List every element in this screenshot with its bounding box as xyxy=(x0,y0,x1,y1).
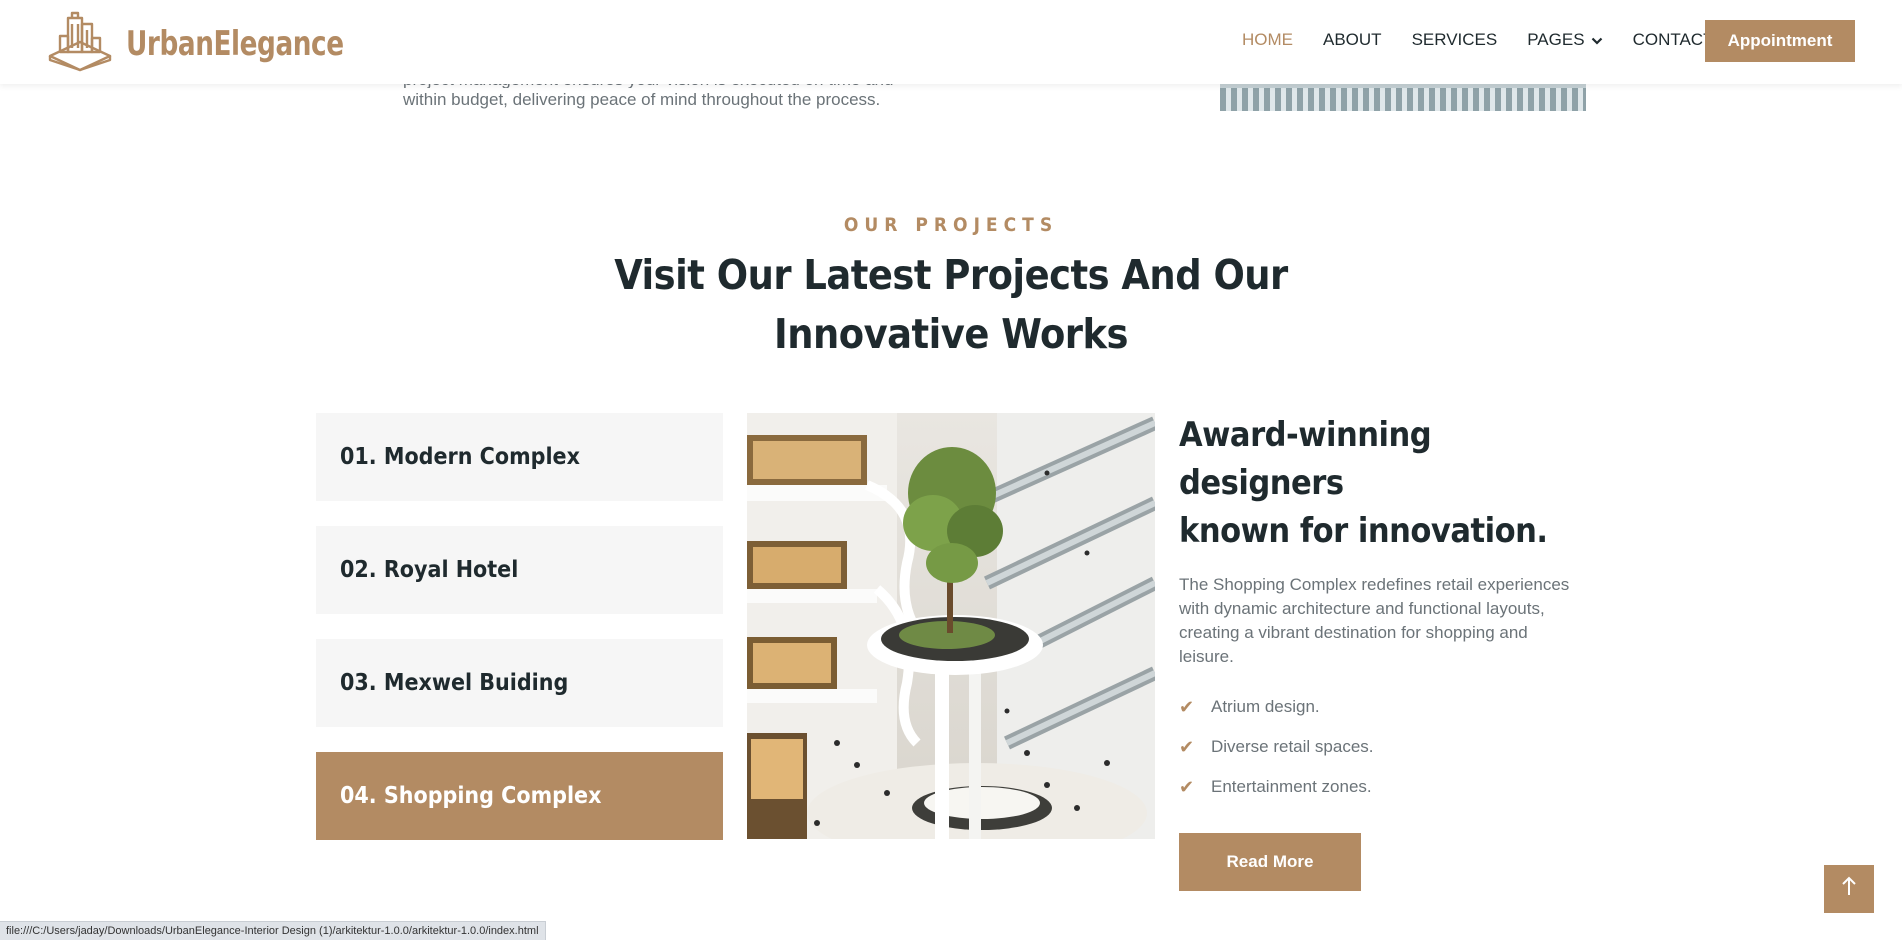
detail-title-line-2: known for innovation. xyxy=(1179,511,1548,551)
logo-text: UrbanElegance xyxy=(126,23,344,64)
feature-label: Entertainment zones. xyxy=(1211,777,1372,796)
read-more-button[interactable]: Read More xyxy=(1179,833,1361,891)
detail-title: Award-winning designers known for innova… xyxy=(1179,411,1579,555)
tab-royal-hotel[interactable]: 02. Royal Hotel xyxy=(316,526,723,614)
main-nav: HOME ABOUT SERVICES PAGES CONTACT xyxy=(1242,30,1743,50)
nav-pages[interactable]: PAGES xyxy=(1527,30,1602,50)
nav-contact[interactable]: CONTACT xyxy=(1633,30,1714,50)
previous-section-image xyxy=(1220,84,1586,111)
project-tabs: 01. Modern Complex 02. Royal Hotel 03. M… xyxy=(316,413,723,865)
logo[interactable]: UrbanElegance xyxy=(46,10,379,77)
feature-item: ✔ Entertainment zones. xyxy=(1179,767,1579,807)
section-eyebrow: OUR PROJECTS xyxy=(843,214,1059,236)
nav-about[interactable]: ABOUT xyxy=(1323,30,1382,50)
heading-line-1: Visit Our Latest Projects And Our xyxy=(614,251,1288,299)
detail-description: The Shopping Complex redefines retail ex… xyxy=(1179,575,1570,666)
nav-home[interactable]: HOME xyxy=(1242,30,1293,50)
check-icon: ✔ xyxy=(1179,736,1195,757)
tab-modern-complex[interactable]: 01. Modern Complex xyxy=(316,413,723,501)
tab-mexwel-building[interactable]: 03. Mexwel Buiding xyxy=(316,639,723,727)
chevron-down-icon xyxy=(1591,30,1603,50)
check-icon: ✔ xyxy=(1179,776,1195,797)
building-icon xyxy=(46,10,114,77)
detail-title-line-1: Award-winning designers xyxy=(1179,415,1432,503)
feature-list: ✔ Atrium design. ✔ Diverse retail spaces… xyxy=(1179,687,1579,807)
appointment-button[interactable]: Appointment xyxy=(1705,20,1855,62)
nav-pages-label: PAGES xyxy=(1527,30,1585,49)
feature-item: ✔ Diverse retail spaces. xyxy=(1179,727,1579,767)
heading-line-2: Innovative Works xyxy=(774,310,1128,358)
tab-shopping-complex[interactable]: 04. Shopping Complex xyxy=(316,752,723,840)
previous-text-line-2: within budget, delivering peace of mind … xyxy=(403,90,881,109)
check-icon: ✔ xyxy=(1179,696,1195,717)
nav-services[interactable]: SERVICES xyxy=(1412,30,1498,50)
site-header: UrbanElegance HOME ABOUT SERVICES PAGES … xyxy=(0,0,1902,84)
feature-item: ✔ Atrium design. xyxy=(1179,687,1579,727)
arrow-up-icon xyxy=(1841,876,1857,902)
feature-label: Atrium design. xyxy=(1211,697,1320,716)
browser-status-bar: file:///C:/Users/jaday/Downloads/UrbanEl… xyxy=(0,921,546,940)
back-to-top-button[interactable] xyxy=(1824,865,1874,913)
feature-label: Diverse retail spaces. xyxy=(1211,737,1374,756)
section-heading: Visit Our Latest Projects And Our Innova… xyxy=(0,246,1902,364)
project-image xyxy=(747,413,1155,839)
project-detail: Award-winning designers known for innova… xyxy=(1179,411,1579,891)
